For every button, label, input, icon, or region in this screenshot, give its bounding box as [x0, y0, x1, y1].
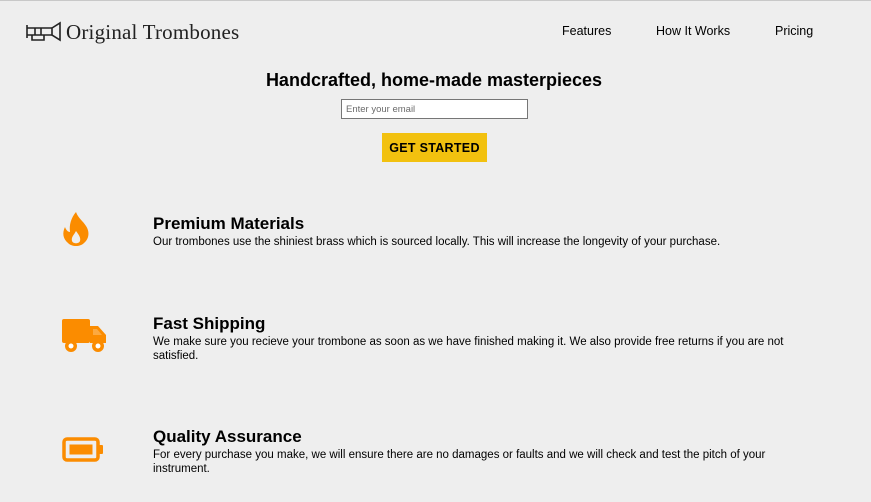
nav-link-how-it-works[interactable]: How It Works	[656, 24, 730, 38]
feature-title: Premium Materials	[153, 214, 305, 233]
feature-title: Fast Shipping	[153, 314, 266, 333]
feature-description: We make sure you recieve your trombone a…	[153, 336, 784, 362]
feature-description: Our trombones use the shiniest brass whi…	[153, 236, 721, 248]
nav-link-pricing[interactable]: Pricing	[775, 24, 813, 38]
hero-title: Handcrafted, home-made masterpieces	[265, 70, 603, 90]
get-started-button[interactable]: GET STARTED	[382, 133, 487, 162]
feature-title: Quality Assurance	[153, 427, 302, 446]
fire-icon	[63, 212, 89, 246]
battery-icon	[62, 437, 103, 462]
email-input[interactable]	[341, 99, 528, 119]
truck-icon	[62, 319, 106, 352]
nav-link-features[interactable]: Features	[562, 24, 611, 38]
site-header: Original Trombones Features How It Works…	[0, 1, 871, 61]
main-nav: Features How It Works Pricing	[0, 24, 871, 42]
feature-description: For every purchase you make, we will ens…	[153, 449, 766, 475]
